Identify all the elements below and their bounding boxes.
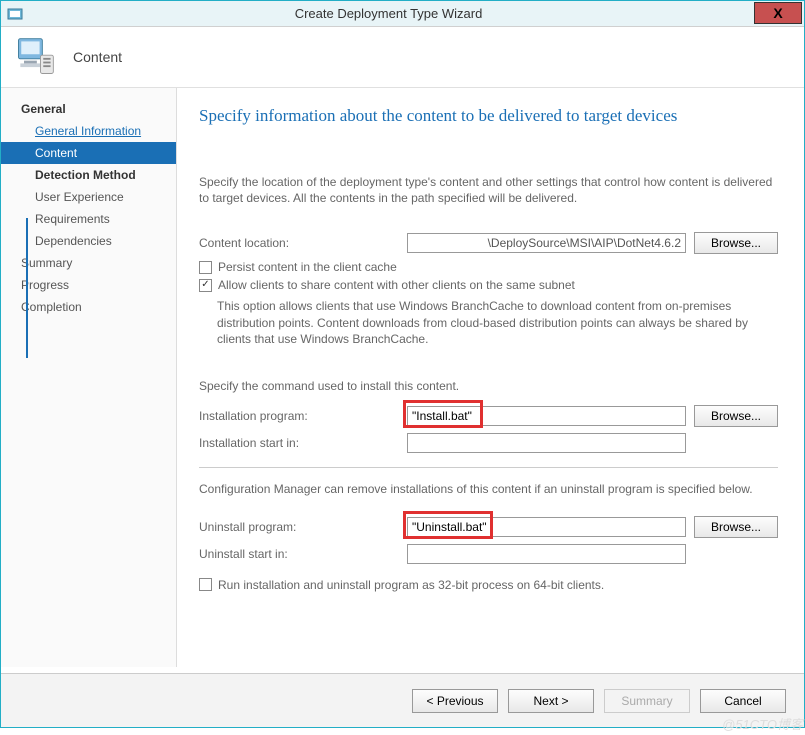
uninstall-start-in-row: Uninstall start in: xyxy=(199,544,778,564)
content-pane: Specify information about the content to… xyxy=(177,88,804,667)
persist-content-label[interactable]: Persist content in the client cache xyxy=(218,260,397,274)
uninstall-program-row: Uninstall program: Browse... xyxy=(199,516,778,538)
install-start-in-label: Installation start in: xyxy=(199,436,399,450)
page-title: Specify information about the content to… xyxy=(199,106,778,126)
content-location-row: Content location: Browse... xyxy=(199,232,778,254)
content-location-input[interactable] xyxy=(407,233,686,253)
install-program-row: Installation program: Browse... xyxy=(199,405,778,427)
persist-content-checkbox[interactable] xyxy=(199,261,212,274)
sidebar-item-content[interactable]: Content xyxy=(1,142,176,164)
allow-share-label[interactable]: Allow clients to share content with othe… xyxy=(218,278,575,292)
app-icon xyxy=(7,6,23,22)
uninstall-start-in-input[interactable] xyxy=(407,544,686,564)
content-location-label: Content location: xyxy=(199,236,399,250)
content-icon xyxy=(13,35,57,79)
header-band: Content xyxy=(1,27,804,87)
cancel-button[interactable]: Cancel xyxy=(700,689,786,713)
page-description: Specify the location of the deployment t… xyxy=(199,174,778,206)
divider xyxy=(199,467,778,468)
header-title: Content xyxy=(73,49,122,65)
summary-button: Summary xyxy=(604,689,690,713)
content-location-browse-button[interactable]: Browse... xyxy=(694,232,778,254)
sidebar-item-general-information[interactable]: General Information xyxy=(1,120,176,142)
install-start-in-row: Installation start in: xyxy=(199,433,778,453)
allow-share-row: Allow clients to share content with othe… xyxy=(199,278,778,292)
uninstall-program-browse-button[interactable]: Browse... xyxy=(694,516,778,538)
allow-share-checkbox[interactable] xyxy=(199,279,212,292)
run-32bit-label[interactable]: Run installation and uninstall program a… xyxy=(218,578,604,592)
sidebar-item-general[interactable]: General xyxy=(1,98,176,120)
wizard-footer: < Previous Next > Summary Cancel xyxy=(1,673,804,727)
uninstall-start-in-label: Uninstall start in: xyxy=(199,547,399,561)
close-button[interactable]: X xyxy=(754,2,802,24)
previous-button[interactable]: < Previous xyxy=(412,689,498,713)
branchcache-note: This option allows clients that use Wind… xyxy=(217,298,778,347)
wizard-window: Create Deployment Type Wizard X Content … xyxy=(0,0,805,728)
configmgr-note: Configuration Manager can remove install… xyxy=(199,482,778,496)
install-start-in-input[interactable] xyxy=(407,433,686,453)
install-program-label: Installation program: xyxy=(199,409,399,423)
persist-content-row: Persist content in the client cache xyxy=(199,260,778,274)
next-button[interactable]: Next > xyxy=(508,689,594,713)
window-title: Create Deployment Type Wizard xyxy=(23,6,754,21)
titlebar: Create Deployment Type Wizard X xyxy=(1,1,804,27)
uninstall-program-label: Uninstall program: xyxy=(199,520,399,534)
install-program-browse-button[interactable]: Browse... xyxy=(694,405,778,427)
sidebar: General General Information Content Dete… xyxy=(1,88,177,667)
run-32bit-row: Run installation and uninstall program a… xyxy=(199,578,778,592)
body-area: General General Information Content Dete… xyxy=(1,87,804,667)
install-program-input[interactable] xyxy=(407,406,686,426)
sidebar-progress-bar xyxy=(26,218,28,358)
sidebar-item-user-experience[interactable]: User Experience xyxy=(1,186,176,208)
sidebar-item-detection-method[interactable]: Detection Method xyxy=(1,164,176,186)
uninstall-program-input[interactable] xyxy=(407,517,686,537)
run-32bit-checkbox[interactable] xyxy=(199,578,212,591)
install-section-label: Specify the command used to install this… xyxy=(199,379,778,393)
